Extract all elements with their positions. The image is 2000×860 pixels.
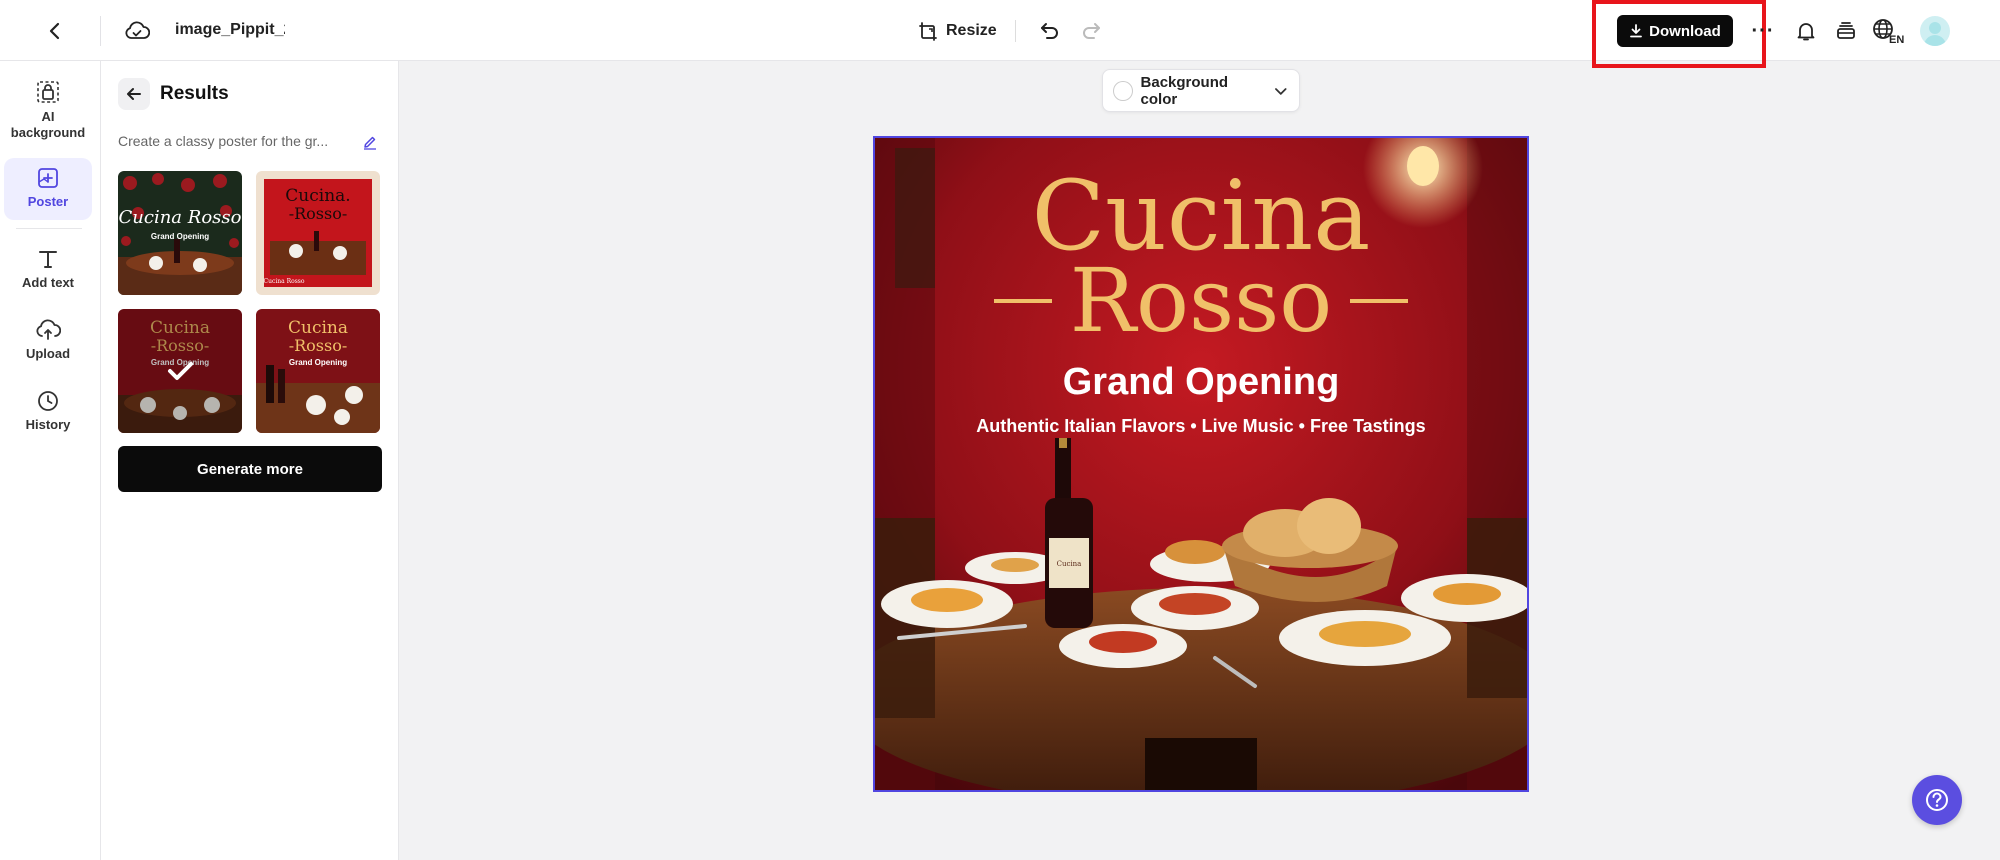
topbar-divider	[100, 16, 101, 46]
language-button[interactable]: EN	[1872, 14, 1908, 48]
rail-item-poster[interactable]: Poster	[4, 158, 92, 220]
thumbnail-subtitle: Grand Opening	[289, 358, 347, 367]
pencil-icon	[364, 136, 376, 150]
app-root: image_Pippit_2( Resize Download ··· EN	[0, 0, 2000, 860]
download-icon	[1630, 24, 1643, 38]
result-thumbnail-3[interactable]: Cucina -Rosso- Grand Opening	[118, 309, 242, 433]
thumbnail-image: Cucina -Rosso- Grand Opening	[118, 309, 242, 433]
resize-icon	[919, 22, 937, 41]
poster-icon	[38, 168, 58, 188]
file-name[interactable]: image_Pippit_2(	[175, 21, 285, 39]
thumbnail-title: Cucina Rosso	[119, 207, 242, 228]
cloud-check-icon	[125, 21, 150, 39]
result-thumbnail-4[interactable]: Cucina -Rosso- Grand Opening	[256, 309, 380, 433]
undo-button[interactable]	[1033, 14, 1067, 48]
rail-item-upload[interactable]: Upload	[4, 318, 92, 374]
download-button[interactable]: Download	[1617, 15, 1733, 47]
more-options-button[interactable]: ···	[1748, 14, 1778, 48]
rail-divider	[16, 228, 82, 229]
thumbnail-footer: Cucina Rosso	[264, 278, 305, 285]
thumbnail-title-2: -Rosso-	[289, 336, 348, 355]
generate-more-button[interactable]: Generate more	[118, 446, 382, 492]
thumbnail-title: Cucina	[288, 318, 348, 338]
background-color-label: Background color	[1140, 73, 1229, 108]
bell-icon	[1797, 23, 1815, 41]
color-swatch	[1113, 80, 1133, 101]
redo-icon	[1083, 23, 1100, 39]
thumbnail-image: Cucina Rosso Grand Opening	[118, 171, 242, 295]
chevron-left-icon	[49, 22, 60, 40]
arrow-left-icon	[127, 88, 141, 100]
cloud-sync-status[interactable]	[120, 14, 154, 48]
thumbnail-image: Cucina -Rosso- Grand Opening	[256, 309, 380, 433]
thumbnail-image: Cucina. -Rosso- Cucina Rosso	[256, 171, 380, 295]
upload-icon	[36, 319, 61, 340]
download-label: Download	[1649, 22, 1721, 40]
redo-button[interactable]	[1074, 14, 1108, 48]
subscription-button[interactable]	[1829, 14, 1863, 48]
ai-background-icon	[37, 81, 59, 103]
poster-title-line2: Rosso	[1069, 249, 1333, 352]
rail-label: Add text	[22, 275, 74, 290]
toolbar-separator	[1015, 20, 1016, 42]
rail-label: History	[25, 417, 71, 432]
avatar-icon	[1924, 22, 1946, 46]
poster-subtitle: Grand Opening	[1062, 361, 1340, 403]
question-mark-icon	[1926, 789, 1948, 811]
chevron-down-icon	[1275, 87, 1287, 95]
undo-icon	[1041, 23, 1058, 39]
resize-label: Resize	[946, 22, 997, 39]
result-thumbnail-1[interactable]: Cucina Rosso Grand Opening	[118, 171, 242, 295]
rail-item-history[interactable]: History	[4, 389, 92, 445]
background-color-button[interactable]: Background color	[1102, 69, 1300, 112]
top-bar: image_Pippit_2( Resize Download ··· EN	[0, 0, 2000, 68]
result-thumbnail-2[interactable]: Cucina. -Rosso- Cucina Rosso	[256, 171, 380, 295]
results-back-button[interactable]	[118, 78, 150, 110]
poster-title-line2-group: Rosso	[875, 254, 1527, 348]
help-button[interactable]	[1912, 775, 1962, 825]
results-title: Results	[160, 83, 229, 104]
layers-icon	[1837, 22, 1855, 39]
bottle-label: Cucina	[1057, 560, 1082, 568]
resize-button[interactable]: Resize	[918, 14, 997, 48]
results-panel: Results Create a classy poster for the g…	[101, 61, 399, 860]
text-icon	[39, 251, 57, 268]
poster-canvas[interactable]: Cucina Cucina Rosso Grand Opening Authen…	[873, 136, 1529, 792]
rail-label: Upload	[25, 346, 71, 361]
globe-icon: EN	[1873, 19, 1904, 44]
title-dash-left	[993, 299, 1052, 303]
rail-label: AI background	[10, 109, 86, 140]
back-button[interactable]	[38, 14, 72, 48]
title-dash-right	[1350, 299, 1409, 303]
rail-item-add-text[interactable]: Add text	[4, 247, 92, 303]
prompt-text[interactable]: Create a classy poster for the gr...	[118, 133, 358, 149]
thumbnail-title: Cucina.	[285, 186, 350, 206]
rail-item-ai-background[interactable]: AI background	[4, 79, 92, 143]
edit-prompt-button[interactable]	[359, 131, 381, 153]
notifications-button[interactable]	[1789, 14, 1823, 48]
thumbnail-title-2: -Rosso-	[289, 204, 348, 223]
tool-rail: AI background Poster Add text Upload His…	[0, 61, 101, 860]
poster-tagline: Authentic Italian Flavors • Live Music •…	[976, 416, 1426, 436]
language-code: EN	[1889, 34, 1904, 44]
thumbnail-subtitle: Grand Opening	[151, 232, 209, 241]
rail-label: Poster	[27, 194, 69, 209]
history-icon	[38, 391, 58, 411]
user-avatar[interactable]	[1920, 16, 1950, 46]
